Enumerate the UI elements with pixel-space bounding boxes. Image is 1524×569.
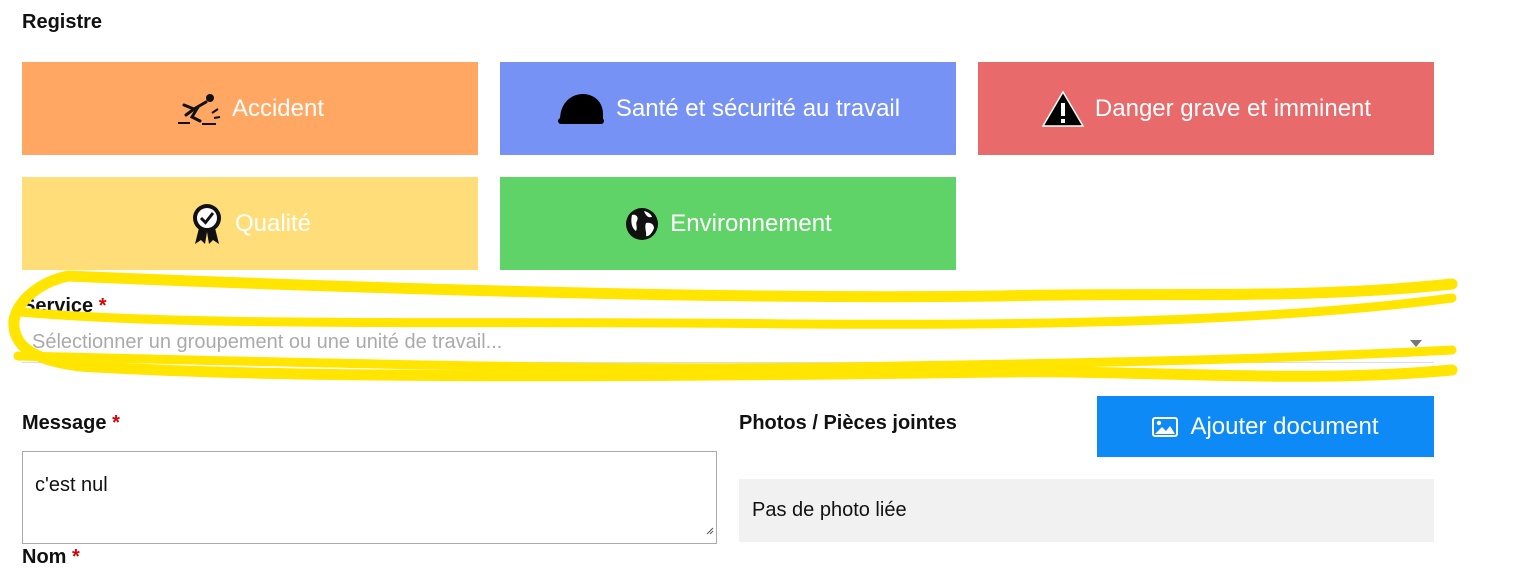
add-document-button[interactable]: Ajouter document	[1097, 396, 1434, 457]
globe-icon	[624, 206, 660, 242]
warning-triangle-icon	[1041, 90, 1085, 128]
person-falling-icon	[176, 91, 222, 127]
category-tile-environnement[interactable]: Environnement	[500, 177, 956, 270]
message-label-text: Message	[22, 412, 107, 434]
message-textarea[interactable]: c'est nul	[22, 451, 717, 544]
name-label-text: Nom	[22, 546, 67, 568]
resize-grip-icon[interactable]	[704, 518, 714, 541]
required-asterisk: *	[112, 412, 120, 434]
required-asterisk: *	[72, 546, 80, 568]
required-asterisk: *	[98, 295, 107, 317]
image-icon	[1152, 416, 1179, 437]
service-label-text: Service	[22, 295, 94, 317]
service-select-placeholder: Sélectionner un groupement ou une unité …	[32, 331, 503, 353]
service-select[interactable]: Sélectionner un groupement ou une unité …	[22, 325, 1434, 363]
category-label: Accident	[231, 94, 325, 122]
category-tile-accident[interactable]: Accident	[22, 62, 478, 155]
category-label: Santé et sécurité au travail	[615, 94, 901, 122]
name-label: Nom *	[22, 546, 80, 569]
award-ribbon-icon	[189, 202, 225, 246]
hard-hat-icon	[556, 92, 606, 126]
category-tile-danger-grave[interactable]: Danger grave et imminent	[978, 62, 1434, 155]
add-document-label: Ajouter document	[1190, 412, 1379, 440]
category-tile-sante-securite[interactable]: Santé et sécurité au travail	[500, 62, 956, 155]
category-label: Danger grave et imminent	[1094, 94, 1372, 122]
service-label: Service *	[22, 295, 107, 318]
category-label: Environnement	[670, 209, 832, 237]
attachments-empty-box: Pas de photo liée	[739, 479, 1434, 542]
attachments-label: Photos / Pièces jointes	[739, 412, 957, 434]
attachments-empty-text: Pas de photo liée	[752, 499, 907, 521]
category-label: Qualité	[234, 209, 312, 237]
message-textarea-value: c'est nul	[35, 474, 108, 496]
category-tile-qualite[interactable]: Qualité	[22, 177, 478, 270]
section-title: Registre	[22, 11, 103, 33]
chevron-down-icon[interactable]	[1410, 340, 1422, 347]
message-label: Message *	[22, 412, 120, 435]
